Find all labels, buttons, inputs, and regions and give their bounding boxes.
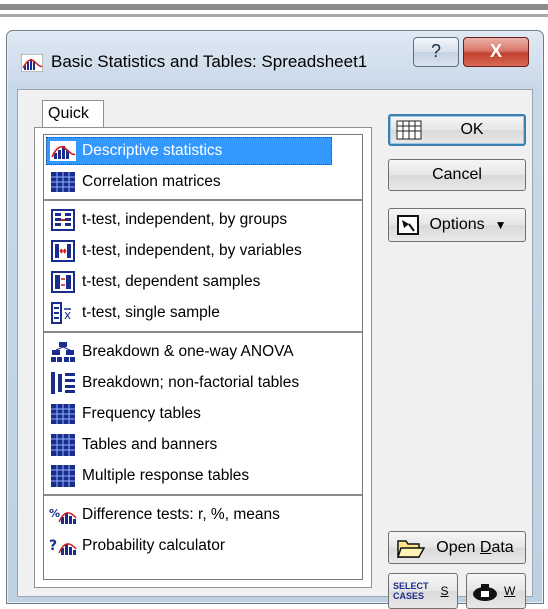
list-item-label: Probability calculator xyxy=(82,537,226,554)
dialog-client-area: Quick Descriptive statistics Correlation… xyxy=(17,89,533,609)
list-separator xyxy=(44,331,362,333)
list-item[interactable]: ? Probability calculator xyxy=(46,532,362,560)
difference-tests-icon: % xyxy=(46,503,80,527)
list-item-label: t-test, independent, by groups xyxy=(82,211,288,228)
svg-text:%: % xyxy=(49,507,60,520)
list-item[interactable]: Breakdown; non-factorial tables xyxy=(46,369,362,397)
weights-button[interactable]: W xyxy=(466,573,526,609)
list-item[interactable]: Breakdown & one-way ANOVA xyxy=(46,338,362,366)
analysis-list[interactable]: Descriptive statistics Correlation matri… xyxy=(43,134,363,580)
list-item-label: Breakdown; non-factorial tables xyxy=(82,374,300,391)
tab-panel-quick: Descriptive statistics Correlation matri… xyxy=(34,127,372,588)
list-item-label: Descriptive statistics xyxy=(82,142,223,159)
probability-calculator-icon: ? xyxy=(46,534,80,558)
list-item-label: Correlation matrices xyxy=(82,173,221,190)
list-item[interactable]: Tables and banners xyxy=(46,431,362,459)
list-item[interactable]: t-test, independent, by groups xyxy=(46,206,362,234)
options-icon xyxy=(397,215,419,235)
ok-button[interactable]: OK xyxy=(388,114,526,146)
list-item-label: Frequency tables xyxy=(82,405,201,422)
descriptive-stats-icon xyxy=(46,139,80,163)
breakdown-anova-icon xyxy=(46,340,80,364)
open-data-button[interactable]: Open Data xyxy=(388,531,526,564)
folder-open-icon xyxy=(397,540,425,558)
list-item[interactable]: Frequency tables xyxy=(46,400,362,428)
select-cases-button[interactable]: SELECT CASES S xyxy=(388,573,458,609)
list-item-label: Difference tests: r, %, means xyxy=(82,506,280,523)
svg-text:?: ? xyxy=(49,538,57,554)
correlation-matrix-icon xyxy=(46,170,80,194)
ok-icon xyxy=(396,120,422,140)
svg-text:x: x xyxy=(64,308,71,322)
cancel-button[interactable]: Cancel xyxy=(388,159,526,191)
open-data-label: Open Data xyxy=(436,538,514,556)
list-item[interactable]: % Difference tests: r, %, means xyxy=(46,501,362,529)
ttest-groups-icon xyxy=(46,208,80,232)
options-button-label: Options xyxy=(429,216,485,233)
close-button[interactable]: X xyxy=(463,37,529,67)
dialog-window: Basic Statistics and Tables: Spreadsheet… xyxy=(6,30,544,609)
tab-quick[interactable]: Quick xyxy=(42,100,104,128)
options-button[interactable]: Options ▼ xyxy=(388,208,526,242)
list-separator xyxy=(44,494,362,496)
tables-banners-icon xyxy=(46,433,80,457)
list-item-label: t-test, independent, by variables xyxy=(82,242,302,259)
ttest-dependent-icon xyxy=(46,270,80,294)
list-item[interactable]: Correlation matrices xyxy=(46,168,362,196)
help-button[interactable]: ? xyxy=(413,37,459,67)
ttest-single-icon: x xyxy=(46,301,80,325)
breakdown-nonfactorial-icon xyxy=(46,371,80,395)
frequency-table-icon xyxy=(46,402,80,426)
list-item[interactable]: t-test, dependent samples xyxy=(46,268,362,296)
ok-button-label: OK xyxy=(460,121,484,138)
list-item-label: t-test, single sample xyxy=(82,304,220,321)
cancel-button-label: Cancel xyxy=(432,166,482,183)
list-item[interactable]: Descriptive statistics xyxy=(46,137,332,165)
list-separator xyxy=(44,199,362,201)
select-cases-icon: SELECT CASES xyxy=(393,581,429,601)
list-item-label: Tables and banners xyxy=(82,436,218,453)
list-item-label: Multiple response tables xyxy=(82,467,250,484)
ttest-variables-icon xyxy=(46,239,80,263)
weight-icon xyxy=(473,584,497,601)
list-item-label: t-test, dependent samples xyxy=(82,273,261,290)
list-item[interactable]: Multiple response tables xyxy=(46,462,362,490)
descriptive-stats-icon xyxy=(21,54,43,72)
background-stripe xyxy=(0,4,548,10)
weights-key: W xyxy=(504,584,516,598)
multiple-response-icon xyxy=(46,464,80,488)
window-title: Basic Statistics and Tables: Spreadsheet… xyxy=(51,52,368,71)
list-item[interactable]: t-test, independent, by variables xyxy=(46,237,362,265)
title-bar[interactable]: Basic Statistics and Tables: Spreadsheet… xyxy=(7,31,543,87)
list-item-label: Breakdown & one-way ANOVA xyxy=(82,343,294,360)
chevron-down-icon: ▼ xyxy=(494,218,507,232)
list-item[interactable]: x t-test, single sample xyxy=(46,299,362,327)
select-cases-key: S xyxy=(440,584,449,598)
background-stripe xyxy=(0,14,548,17)
